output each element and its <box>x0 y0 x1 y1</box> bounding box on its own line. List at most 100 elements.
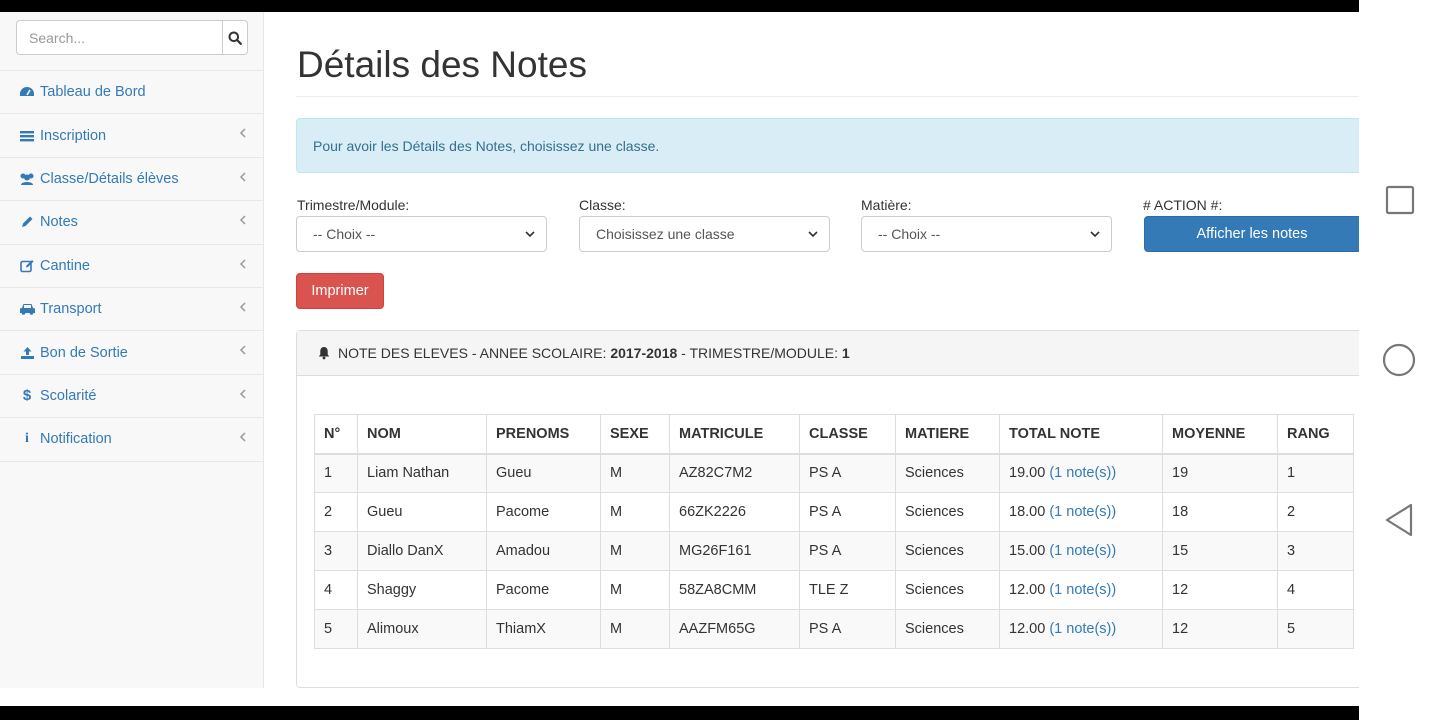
module-number: 1 <box>841 345 850 361</box>
chevron-down-icon <box>808 231 818 238</box>
notes-count-link[interactable]: (1 note(s)) <box>1049 621 1116 637</box>
cell-classe: PS A <box>799 609 896 649</box>
sidebar-item-tableau-de-bord[interactable]: Tableau de Bord <box>0 71 263 115</box>
edit-icon <box>18 259 36 273</box>
classe-select-value: Choisissez une classe <box>596 226 735 242</box>
sidebar-item-label: Scolarité <box>40 387 97 404</box>
total-value: 12.00 <box>1009 582 1046 598</box>
header-col-moyenne: MOYENNE <box>1162 414 1278 455</box>
cell-total-note: 18.00 (1 note(s)) <box>999 492 1163 532</box>
chevron-left-icon <box>239 258 247 273</box>
cell-prenoms: ThiamX <box>486 609 601 649</box>
sidebar-item-cantine[interactable]: Cantine <box>0 245 263 288</box>
chevron-left-icon <box>239 388 247 403</box>
matiere-label: Matière: <box>861 197 912 213</box>
cell-classe: PS A <box>799 531 896 571</box>
cell-n: 5 <box>314 609 358 649</box>
cell-matiere: Sciences <box>895 570 1000 610</box>
main-content: Détails des Notes Pour avoir les Détails… <box>296 12 1359 706</box>
sidebar-item-transport[interactable]: Transport <box>0 288 263 332</box>
dashboard-icon <box>18 85 36 99</box>
sidebar-item-scolarit[interactable]: $ Scolarité <box>0 375 263 419</box>
header-col-n: N° <box>314 414 358 455</box>
sidebar-item-label: Bon de Sortie <box>40 344 128 361</box>
cell-prenoms: Pacome <box>486 570 601 610</box>
back-triangle-icon[interactable] <box>1383 502 1415 538</box>
sidebar-item-label: Classe/Détails élèves <box>40 170 179 187</box>
trimestre-select[interactable]: -- Choix -- <box>296 216 547 252</box>
matiere-select-value: -- Choix -- <box>878 226 941 242</box>
cell-rang: 5 <box>1277 609 1354 649</box>
sidebar-item-label: Notes <box>40 214 78 231</box>
system-nav-bar <box>1359 0 1440 720</box>
search-button[interactable] <box>223 20 248 55</box>
sidebar-item-notification[interactable]: i Notification <box>0 418 263 462</box>
matiere-select[interactable]: -- Choix -- <box>861 216 1112 252</box>
cell-classe: PS A <box>799 453 896 493</box>
cell-rang: 1 <box>1277 453 1354 493</box>
cell-total-note: 12.00 (1 note(s)) <box>999 609 1163 649</box>
title-divider <box>296 96 1359 97</box>
cell-matiere: Sciences <box>895 531 1000 571</box>
cell-prenoms: Pacome <box>486 492 601 532</box>
sidebar-item-classe-d-tails-l-ves[interactable]: Classe/Détails élèves <box>0 158 263 202</box>
trimestre-select-value: -- Choix -- <box>313 226 376 242</box>
panel-heading-prefix: NOTE DES ELEVES - ANNEE SCOLAIRE: <box>338 345 611 361</box>
cell-matricule: 66ZK2226 <box>669 492 800 532</box>
cell-total-note: 19.00 (1 note(s)) <box>999 453 1163 493</box>
notes-count-link[interactable]: (1 note(s)) <box>1049 582 1116 598</box>
total-value: 19.00 <box>1009 465 1046 482</box>
bell-icon <box>317 346 331 360</box>
list-icon <box>18 129 36 143</box>
header-col-classe: CLASSE <box>799 414 896 455</box>
table-header-row: N° NOM PRENOMS SEXE MATRICULE CLASSE MATIERE TO… <box>314 414 1354 455</box>
header-col-rang: RANG <box>1277 414 1354 455</box>
header-col-sexe: SEXE <box>600 414 670 455</box>
car-icon <box>18 302 36 316</box>
table-body: 1 Liam Nathan Gueu M AZ82C7M2 PS A Sciences 19.… <box>314 453 1354 649</box>
cell-n: 2 <box>314 492 358 532</box>
sidebar-item-inscription[interactable]: Inscription <box>0 114 263 158</box>
sidebar-item-notes[interactable]: Notes <box>0 201 263 245</box>
notes-count-link[interactable]: (1 note(s)) <box>1049 504 1116 520</box>
sidebar-item-label: Inscription <box>40 127 107 144</box>
cell-sexe: M <box>600 609 670 649</box>
notes-count-link[interactable]: (1 note(s)) <box>1049 543 1116 559</box>
cell-total-note: 12.00 (1 note(s)) <box>999 570 1163 610</box>
sidebar-nav: Tableau de Bord Inscription Classe/Détails… <box>0 71 263 462</box>
total-value: 15.00 <box>1009 543 1046 559</box>
print-button[interactable]: Imprimer <box>296 273 384 309</box>
recents-square-icon[interactable] <box>1385 185 1415 215</box>
upload-icon <box>18 346 36 360</box>
cell-matiere: Sciences <box>895 453 1000 493</box>
table-row: 2 Gueu Pacome M 66ZK2226 PS A Sciences 18.00 (1… <box>314 492 1354 532</box>
chevron-down-icon <box>525 231 535 238</box>
cell-sexe: M <box>600 492 670 532</box>
chevron-down-icon <box>1090 231 1100 238</box>
info-alert: Pour avoir les Détails des Notes, choisi… <box>296 118 1359 173</box>
cell-matiere: Sciences <box>895 492 1000 532</box>
header-col-matiere: MATIERE <box>895 414 1000 455</box>
users-icon <box>18 172 36 186</box>
cell-sexe: M <box>600 453 670 493</box>
home-circle-icon[interactable] <box>1382 343 1416 377</box>
search-input[interactable] <box>16 20 223 55</box>
cell-rang: 2 <box>1277 492 1354 532</box>
table-row: 1 Liam Nathan Gueu M AZ82C7M2 PS A Sciences 19.… <box>314 453 1354 493</box>
cell-classe: PS A <box>799 492 896 532</box>
table-row: 4 Shaggy Pacome M 58ZA8CMM TLE Z Sciences 12.00… <box>314 570 1354 610</box>
header-col-prenoms: PRENOMS <box>486 414 601 455</box>
show-notes-button[interactable]: Afficher les notes <box>1144 216 1359 252</box>
search-group <box>16 20 248 55</box>
chevron-left-icon <box>239 127 247 142</box>
cell-n: 1 <box>314 453 358 493</box>
notes-count-link[interactable]: (1 note(s)) <box>1049 465 1116 481</box>
sidebar-item-bon-de-sortie[interactable]: Bon de Sortie <box>0 331 263 375</box>
cell-nom: Liam Nathan <box>357 453 487 493</box>
cell-total-note: 15.00 (1 note(s)) <box>999 531 1163 571</box>
cell-matricule: AAZFM65G <box>669 609 800 649</box>
classe-select[interactable]: Choisissez une classe <box>579 216 830 252</box>
cell-moyenne: 12 <box>1162 609 1278 649</box>
chevron-left-icon <box>239 171 247 186</box>
header-col-nom: NOM <box>357 414 487 455</box>
